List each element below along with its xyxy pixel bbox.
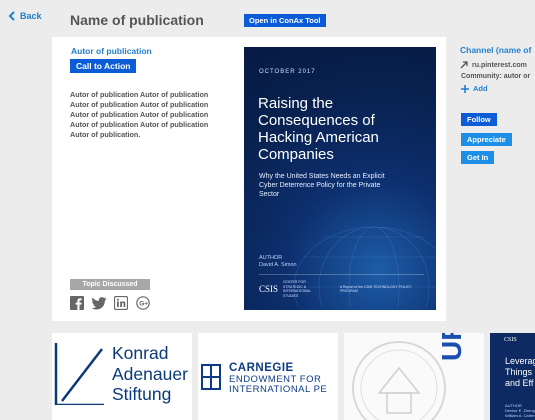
topic-badge: Topic Discussed [70,279,150,290]
carnegie-name: CARNEGIE [229,362,294,374]
report-title-line-1: Leverag [505,356,535,366]
page-title: Name of publication [70,12,204,28]
report-author-names: Denise E. Zheng William A. Carter [505,408,535,418]
carnegie-subtitle: ENDOWMENT FOR INTERNATIONAL PE [229,375,327,395]
appreciate-button[interactable]: Appreciate [461,133,512,146]
linkedin-icon[interactable] [113,295,129,311]
svg-text:G+: G+ [139,301,148,308]
csis-logo-small: CSIS [504,337,517,343]
back-link[interactable]: Back [8,11,42,21]
twitter-icon[interactable] [91,296,107,310]
report-title-partial: Leverag Things and Eff [505,356,535,389]
cover-date: OCTOBER 2017 [259,69,316,75]
open-in-conax-button[interactable]: Open in ConAx Tool [244,14,326,27]
follow-button[interactable]: Follow [461,113,497,126]
related-item-kas[interactable]: Konrad Adenauer Stiftung [52,333,192,420]
university-seal [352,341,446,420]
kas-logo-mark [54,343,104,405]
report-title-line-3: and Eff [505,378,534,388]
carnegie-line-3: INTERNATIONAL PE [229,384,328,395]
csis-logo: CSIS [259,284,279,294]
related-item-csis-report[interactable]: CSIS Leverag Things and Eff AUTHOR Denis… [490,333,535,420]
back-label: Back [20,11,42,21]
kas-line-1: Konrad [112,343,169,363]
author-link[interactable]: Autor of publication [71,46,152,56]
add-label: Add [473,84,488,93]
report-authors: AUTHOR Denise E. Zheng William A. Carter [505,403,535,418]
publication-card: Autor of publication Call to Action Auto… [52,37,446,321]
report-title-line-2: Things [505,367,533,377]
cover-subtitle: Why the United States Needs an Explicit … [259,173,385,198]
cover-footer: CSIS CENTER FOR STRATEGIC & INTERNATIONA… [259,274,424,298]
call-to-action-button[interactable]: Call to Action [70,59,137,73]
related-item-seal[interactable]: URG [344,333,484,420]
kas-line-2: Adenauer [112,363,188,384]
cover-author-name: David A. Simon [259,262,297,268]
facebook-icon[interactable] [70,296,84,310]
cover-author: AUTHOR David A. Simon [259,255,297,269]
related-item-carnegie[interactable]: CARNEGIE ENDOWMENT FOR INTERNATIONAL PE [198,333,338,420]
cover-report-note: A Report of the CSIS TECHNOLOGY POLICY P… [339,284,412,294]
get-in-button[interactable]: Get In [461,151,495,164]
external-link-icon [460,61,468,69]
carnegie-logo-mark [201,364,221,390]
google-plus-icon[interactable]: G+ [136,296,150,310]
cover-title: Raising the Consequences of Hacking Amer… [258,95,379,163]
source-link[interactable]: ru.pinterest.com [460,61,527,69]
social-share-bar: G+ [70,295,150,311]
seal-wordmark: URG [436,333,468,361]
csis-org-name: CENTER FOR STRATEGIC & INTERNATIONAL STU… [283,280,311,298]
kas-wordmark: Konrad Adenauer Stiftung [112,343,188,405]
chevron-left-icon [8,11,15,21]
community-label: Community: autor or [461,73,531,80]
channel-link[interactable]: Channel (name of [460,45,531,55]
kas-line-3: Stiftung [112,384,172,404]
publication-description: Autor of publication Autor of publicatio… [70,90,209,139]
plus-icon [461,84,469,93]
source-link-label: ru.pinterest.com [472,61,527,69]
add-button[interactable]: Add [461,84,488,93]
publication-cover[interactable]: OCTOBER 2017 Raising the Consequences of… [244,47,436,310]
cover-author-label: AUTHOR [259,255,283,261]
